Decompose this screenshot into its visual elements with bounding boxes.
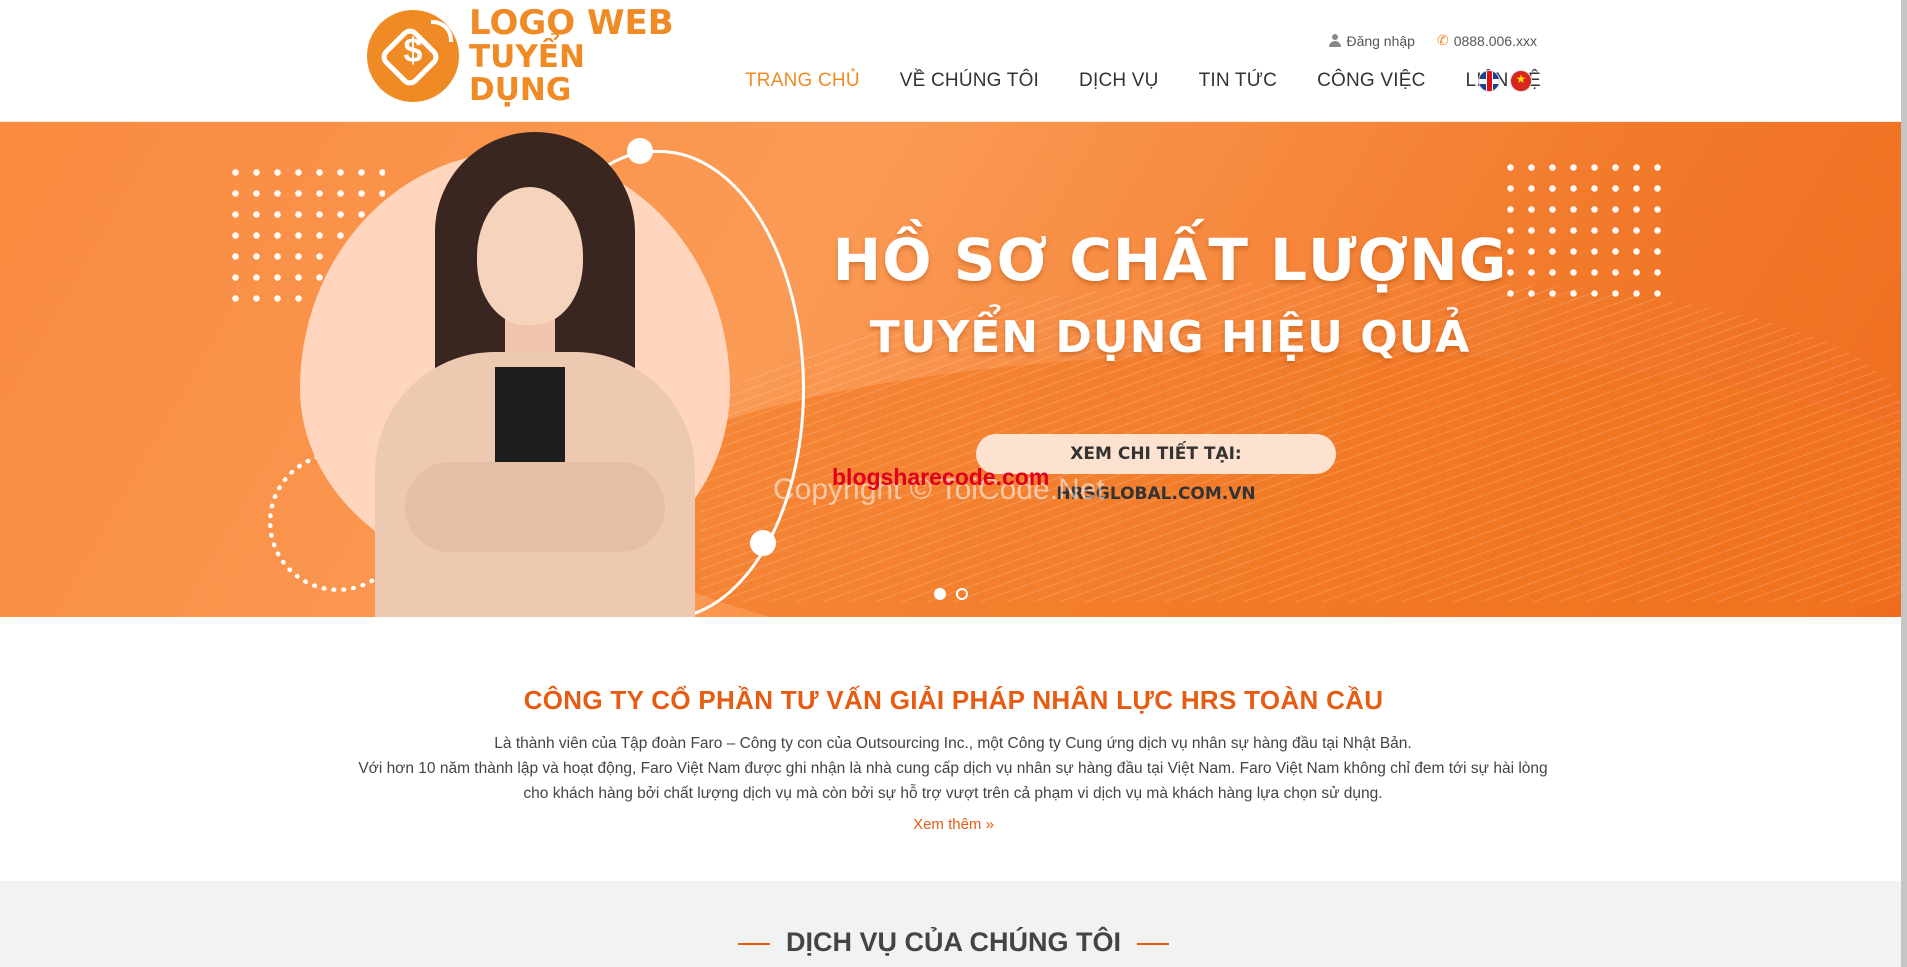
about-line: Là thành viên của Tập đoàn Faro – Công t…: [494, 735, 1412, 752]
banner-headline-line1: HỒ SƠ CHẤT LƯỢNG: [832, 226, 1508, 294]
nav-item-about[interactable]: VỀ CHÚNG TÔI: [900, 70, 1039, 92]
nav-item-home[interactable]: TRANG CHỦ: [745, 70, 860, 92]
logo-line2: TUYỂN DỤNG: [469, 39, 585, 108]
nav-item-news[interactable]: TIN TỨC: [1199, 70, 1278, 92]
phone-number: 0888.006.xxx: [1453, 32, 1537, 49]
slide-dot-1[interactable]: [934, 588, 946, 600]
logo-text: LOGO WEB TUYỂN DỤNG: [469, 2, 687, 108]
services-section: DỊCH VỤ CỦA CHÚNG TÔI: [0, 881, 1907, 967]
services-heading: DỊCH VỤ CỦA CHÚNG TÔI: [0, 927, 1907, 958]
nav-item-services[interactable]: DỊCH VỤ: [1079, 70, 1159, 92]
phone-icon: ✆: [1436, 32, 1449, 48]
site-watermark: blogsharecode.com: [832, 464, 1050, 490]
site-logo[interactable]: $ LOGO WEB TUYỂN DỤNG: [367, 2, 687, 108]
title-divider: [1137, 942, 1169, 945]
site-header: $ LOGO WEB TUYỂN DỤNG Đăng nhập ✆ 0888.0…: [0, 0, 1907, 122]
vn-flag-icon[interactable]: [1510, 70, 1532, 92]
login-label: Đăng nhập: [1346, 32, 1415, 49]
main-nav: TRANG CHỦ VỀ CHÚNG TÔI DỊCH VỤ TIN TỨC C…: [745, 70, 1541, 92]
read-more-label[interactable]: Xem thêm »: [913, 816, 994, 833]
title-divider: [738, 942, 770, 945]
about-title: CÔNG TY CỔ PHẦN TƯ VẤN GIẢI PHÁP NHÂN LỰ…: [523, 685, 1384, 715]
phone-link[interactable]: ✆ 0888.006.xxx: [1437, 32, 1537, 49]
banner-headline: HỒ SƠ CHẤT LƯỢNG TUYỂN DỤNG HIỆU QUẢ: [820, 226, 1520, 363]
logo-tag-icon: $: [367, 10, 459, 102]
top-bar: Đăng nhập ✆ 0888.006.xxx: [1329, 32, 1537, 49]
slider-pagination: [934, 588, 968, 600]
language-switcher: [1478, 70, 1532, 92]
logo-line1: LOGO WEB: [469, 2, 674, 43]
slide-dot-2[interactable]: [956, 588, 968, 600]
about-line: cho khách hàng bởi chất lượng dịch vụ mà…: [523, 785, 1383, 802]
nav-item-jobs[interactable]: CÔNG VIỆC: [1317, 70, 1425, 92]
services-title: DỊCH VỤ CỦA CHÚNG TÔI: [786, 927, 1121, 957]
banner-headline-line2: TUYỂN DỤNG HIỆU QUẢ: [869, 312, 1471, 363]
read-more-link[interactable]: Xem thêm »: [0, 816, 1907, 833]
hero-woman-image: [365, 132, 705, 617]
about-description: Là thành viên của Tập đoàn Faro – Công t…: [353, 731, 1553, 806]
scrollbar-thumb[interactable]: [1901, 0, 1907, 967]
about-line: Với hơn 10 năm thành lập và hoạt động, F…: [358, 760, 1548, 777]
hero-banner[interactable]: HỒ SƠ CHẤT LƯỢNG TUYỂN DỤNG HIỆU QUẢ XEM…: [0, 122, 1907, 617]
uk-flag-icon[interactable]: [1478, 70, 1500, 92]
about-section: CÔNG TY CỔ PHẦN TƯ VẤN GIẢI PHÁP NHÂN LỰ…: [0, 617, 1907, 881]
handle-dot: [750, 530, 776, 556]
user-icon: [1329, 34, 1342, 47]
login-link[interactable]: Đăng nhập: [1329, 32, 1415, 49]
page-scrollbar[interactable]: [1901, 0, 1907, 967]
dot-pattern-right: [1500, 157, 1670, 297]
